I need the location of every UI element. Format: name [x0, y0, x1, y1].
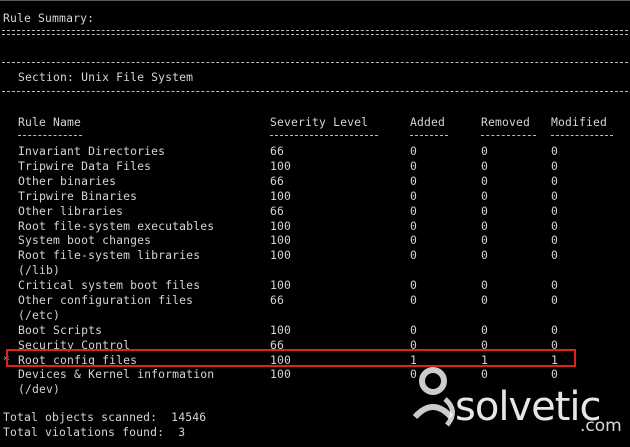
- severity-cell: 100: [270, 189, 292, 203]
- severity-cell: 100: [270, 323, 292, 337]
- removed-cell: 0: [481, 204, 489, 218]
- rule-name-cell: Root file-system executables: [18, 219, 215, 233]
- terminal-window: Rule Summary: Section: Unix File System …: [0, 0, 630, 447]
- rule-name-cell: Tripwire Data Files: [18, 159, 152, 173]
- added-cell: 0: [410, 144, 418, 158]
- severity-cell: 100: [270, 367, 292, 381]
- severity-cell: 66: [270, 144, 285, 158]
- column-rule-name: Rule Name: [18, 115, 82, 129]
- modified-cell: 0: [551, 323, 559, 337]
- rule-name-cell: Other configuration files: [18, 293, 194, 307]
- heading-separator: [2, 30, 628, 35]
- removed-cell: 0: [481, 219, 489, 233]
- rule-name-cell: Devices & Kernel information: [18, 367, 215, 381]
- highlight-box: [6, 349, 576, 367]
- added-cell: 0: [410, 233, 418, 247]
- rule-name-cell: Root file-system libraries: [18, 248, 201, 262]
- rule-name-path-cell: (/dev): [18, 382, 61, 396]
- rule-name-cell: Other binaries: [18, 174, 117, 188]
- section-bottom-rule: [2, 91, 628, 92]
- total-violations-found: Total violations found: 3: [3, 425, 186, 439]
- rule-summary-heading: Rule Summary:: [3, 11, 95, 25]
- added-cell: 0: [410, 189, 418, 203]
- modified-cell: 0: [551, 219, 559, 233]
- rule-name-cell: System boot changes: [18, 233, 152, 247]
- modified-cell: 0: [551, 367, 559, 381]
- added-cell: 0: [410, 248, 418, 262]
- added-cell: 0: [410, 293, 418, 307]
- removed-cell: 0: [481, 189, 489, 203]
- watermark-suffix: .com: [580, 416, 622, 436]
- added-cell: 0: [410, 367, 418, 381]
- severity-cell: 100: [270, 159, 292, 173]
- rule-name-cell: Other libraries: [18, 204, 124, 218]
- underline-added: [410, 135, 448, 136]
- removed-cell: 0: [481, 278, 489, 292]
- rule-name-path-cell: (/lib): [18, 263, 61, 277]
- modified-cell: 0: [551, 204, 559, 218]
- section-top-rule: [2, 62, 628, 63]
- modified-cell: 0: [551, 144, 559, 158]
- underline-removed: [481, 135, 536, 136]
- added-cell: 0: [410, 278, 418, 292]
- severity-cell: 66: [270, 174, 285, 188]
- removed-cell: 0: [481, 293, 489, 307]
- severity-cell: 100: [270, 219, 292, 233]
- column-severity-level: Severity Level: [270, 115, 369, 129]
- column-modified: Modified: [551, 115, 608, 129]
- removed-cell: 0: [481, 323, 489, 337]
- rule-name-cell: Invariant Directories: [18, 144, 166, 158]
- modified-cell: 0: [551, 248, 559, 262]
- severity-cell: 100: [270, 233, 292, 247]
- rule-name-path-cell: (/etc): [18, 308, 61, 322]
- column-removed: Removed: [481, 115, 531, 129]
- solvetic-watermark: solvetic .com: [405, 363, 627, 443]
- severity-cell: 100: [270, 278, 292, 292]
- added-cell: 0: [410, 219, 418, 233]
- underline-rule-name: [18, 135, 82, 136]
- severity-cell: 66: [270, 204, 285, 218]
- added-cell: 0: [410, 159, 418, 173]
- severity-cell: 100: [270, 248, 292, 262]
- added-cell: 0: [410, 174, 418, 188]
- rule-name-cell: Boot Scripts: [18, 323, 103, 337]
- removed-cell: 0: [481, 233, 489, 247]
- removed-cell: 0: [481, 174, 489, 188]
- watermark-brand: solvetic: [455, 384, 601, 430]
- removed-cell: 0: [481, 159, 489, 173]
- modified-cell: 0: [551, 278, 559, 292]
- underline-modified: [551, 135, 613, 136]
- total-objects-scanned: Total objects scanned: 14546: [3, 410, 207, 424]
- modified-cell: 0: [551, 174, 559, 188]
- removed-cell: 0: [481, 367, 489, 381]
- underline-severity-level: [270, 135, 378, 136]
- severity-cell: 66: [270, 293, 285, 307]
- modified-cell: 0: [551, 233, 559, 247]
- rule-name-cell: Tripwire Binaries: [18, 189, 138, 203]
- removed-cell: 0: [481, 144, 489, 158]
- column-added: Added: [410, 115, 446, 129]
- added-cell: 0: [410, 323, 418, 337]
- added-cell: 0: [410, 204, 418, 218]
- removed-cell: 0: [481, 248, 489, 262]
- modified-cell: 0: [551, 159, 559, 173]
- modified-cell: 0: [551, 293, 559, 307]
- section-title: Section: Unix File System: [18, 70, 194, 84]
- modified-cell: 0: [551, 189, 559, 203]
- rule-name-cell: Critical system boot files: [18, 278, 201, 292]
